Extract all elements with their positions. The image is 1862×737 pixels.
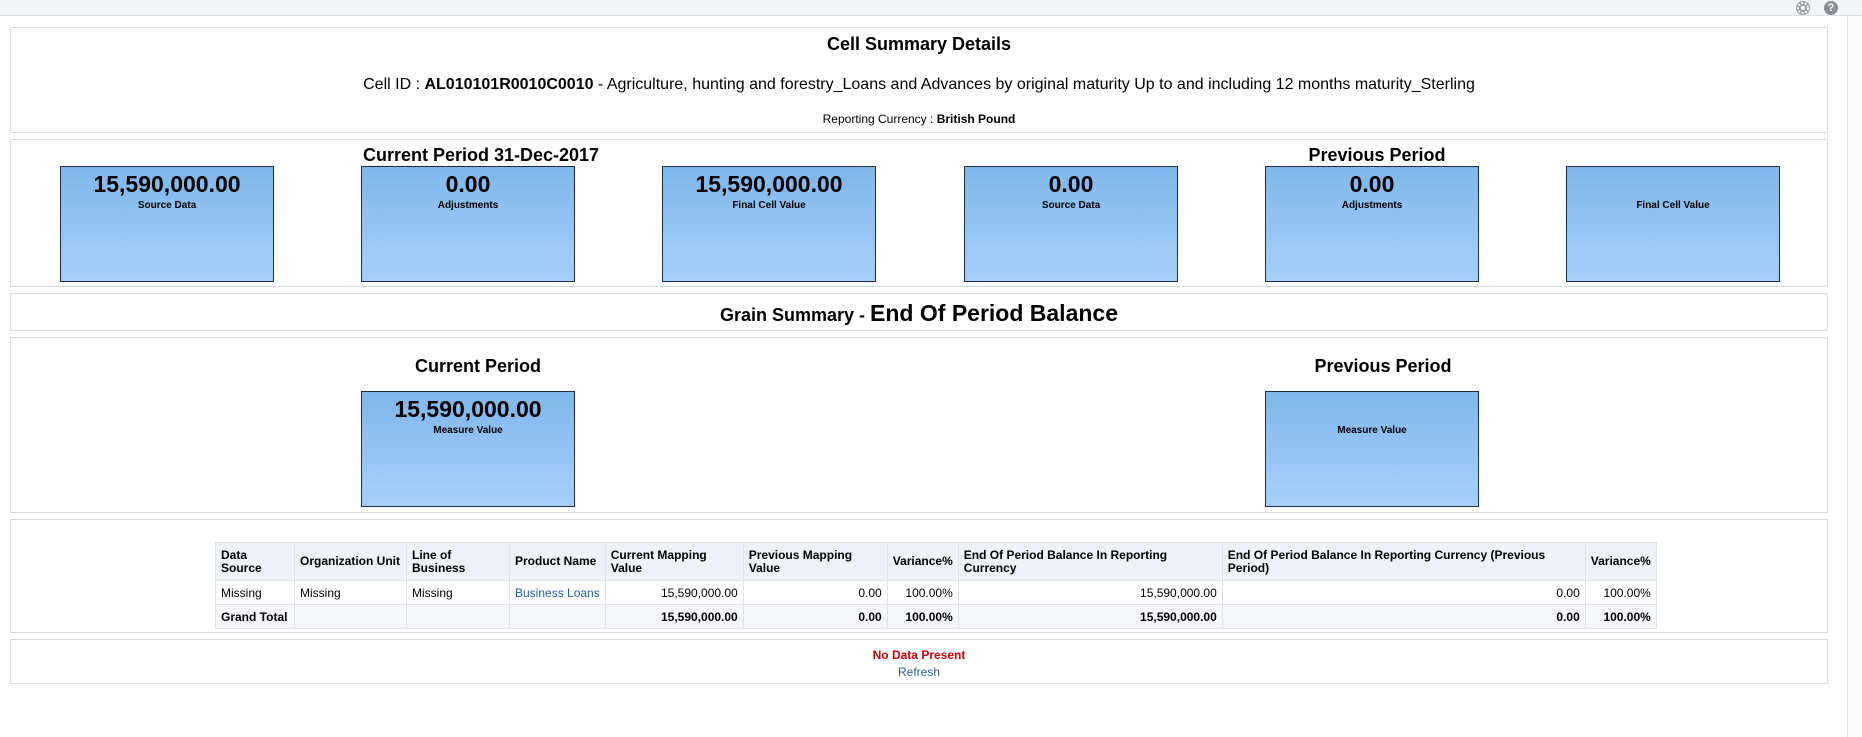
previous-final-cell-value-tile: Final Cell Value <box>1566 166 1780 282</box>
cell-id-label: Cell ID : <box>363 76 425 93</box>
total-cell <box>509 604 606 629</box>
column-header[interactable]: Product Name <box>509 542 606 581</box>
total-cell <box>294 604 407 629</box>
cell-current-mapping-value: 15,590,000.00 <box>604 580 744 605</box>
column-header[interactable]: Variance% <box>886 542 959 581</box>
previous-source-data-tile: 0.00 Source Data <box>964 166 1178 282</box>
grain-measure-name: End Of Period Balance <box>870 300 1118 326</box>
cell-id-value: AL010101R0010C0010 <box>424 76 594 93</box>
cell-variance-balance: 100.00% <box>1584 580 1657 605</box>
column-header[interactable]: End Of Period Balance In Reporting Curre… <box>1221 542 1586 581</box>
tile-label: Adjustments <box>437 200 499 211</box>
cell-id-line: Cell ID : AL010101R0010C0010 - Agricultu… <box>11 76 1827 94</box>
tile-label: Final Cell Value <box>1636 200 1710 211</box>
total-variance: 100.00% <box>886 604 959 629</box>
total-eop-balance-previous: 0.00 <box>1221 604 1586 629</box>
column-header[interactable]: Line of Business <box>406 542 510 581</box>
column-header[interactable]: Data Source <box>215 542 295 581</box>
gear-icon[interactable] <box>1796 1 1810 15</box>
measure-value-panel: Current Period Previous Period 15,590,00… <box>10 337 1828 513</box>
tile-value: 0.00 <box>1048 171 1094 197</box>
tile-value <box>1567 170 1779 198</box>
page-title: Cell Summary Details <box>826 34 1012 54</box>
cell-data-source: Missing <box>215 580 295 605</box>
no-data-message: No Data Present <box>872 648 966 662</box>
tile-label: Source Data <box>1041 200 1101 211</box>
tile-label: Source Data <box>137 200 197 211</box>
current-source-data-tile: 15,590,000.00 Source Data <box>60 166 274 282</box>
tile-label: Adjustments <box>1341 200 1403 211</box>
reporting-currency: Reporting Currency : British Pound <box>11 112 1827 126</box>
grand-total-label: Grand Total <box>215 604 295 629</box>
mapping-table: Data Source Organization Unit Line of Bu… <box>215 542 1657 629</box>
total-cell <box>406 604 510 629</box>
tile-label: Measure Value <box>1337 425 1407 436</box>
refresh-wrapper: Refresh <box>11 665 1827 679</box>
cell-id-description: - Agriculture, hunting and forestry_Loan… <box>593 76 1475 93</box>
vertical-scrollbar[interactable] <box>1847 16 1862 737</box>
current-period-title: Current Period 31-Dec-2017 <box>362 145 600 165</box>
total-previous-mapping-value: 0.00 <box>742 604 888 629</box>
tile-value: 15,590,000.00 <box>695 171 843 197</box>
column-header[interactable]: Variance% <box>1584 542 1657 581</box>
cell-eop-balance-previous: 0.00 <box>1221 580 1586 605</box>
measure-previous-period-title: Previous Period <box>1314 356 1452 376</box>
tile-label: Measure Value <box>433 425 503 436</box>
measure-current-period-title: Current Period <box>414 356 542 376</box>
refresh-link[interactable]: Refresh <box>898 665 940 679</box>
grand-total-row: Grand Total 15,590,000.00 0.00 100.00% 1… <box>215 604 1657 629</box>
mapping-table-panel: Data Source Organization Unit Line of Bu… <box>10 519 1828 633</box>
currency-value: British Pound <box>936 112 1016 126</box>
tile-value <box>1266 395 1478 423</box>
grain-summary-panel: Grain Summary - End Of Period Balance <box>10 293 1828 331</box>
total-current-mapping-value: 15,590,000.00 <box>604 604 744 629</box>
tile-value: 0.00 <box>445 171 491 197</box>
column-header[interactable]: Previous Mapping Value <box>742 542 888 581</box>
previous-measure-value-tile: Measure Value <box>1265 391 1479 507</box>
table-row: Missing Missing Missing Business Loans 1… <box>215 580 1657 605</box>
top-toolbar: ? <box>0 0 1862 16</box>
no-data-panel: No Data Present Refresh <box>10 639 1828 684</box>
cell-line-of-business: Missing <box>406 580 510 605</box>
tile-value: 15,590,000.00 <box>93 171 241 197</box>
current-final-cell-value-tile: 15,590,000.00 Final Cell Value <box>662 166 876 282</box>
tile-label: Final Cell Value <box>732 200 806 211</box>
currency-label: Reporting Currency : <box>822 112 937 126</box>
current-adjustments-tile: 0.00 Adjustments <box>361 166 575 282</box>
product-name-link[interactable]: Business Loans <box>509 580 606 605</box>
column-header[interactable]: Current Mapping Value <box>604 542 744 581</box>
total-variance-balance: 100.00% <box>1584 604 1657 629</box>
tile-value: 15,590,000.00 <box>394 396 542 422</box>
previous-period-title: Previous Period <box>1308 145 1446 165</box>
cell-variance: 100.00% <box>886 580 959 605</box>
help-icon[interactable]: ? <box>1824 1 1838 15</box>
table-header-row: Data Source Organization Unit Line of Bu… <box>215 542 1657 581</box>
period-summary-panel: Current Period 31-Dec-2017 Previous Peri… <box>10 139 1828 287</box>
total-eop-balance: 15,590,000.00 <box>957 604 1223 629</box>
current-measure-value-tile: 15,590,000.00 Measure Value <box>361 391 575 507</box>
cell-summary-header: Cell Summary Details Cell ID : AL010101R… <box>10 27 1828 133</box>
column-header[interactable]: Organization Unit <box>294 542 407 581</box>
cell-eop-balance: 15,590,000.00 <box>957 580 1223 605</box>
tile-value: 0.00 <box>1349 171 1395 197</box>
cell-previous-mapping-value: 0.00 <box>742 580 888 605</box>
grain-summary-prefix: Grain Summary - <box>720 305 871 325</box>
grain-summary-title: Grain Summary - End Of Period Balance <box>11 300 1827 327</box>
cell-organization-unit: Missing <box>294 580 407 605</box>
column-header[interactable]: End Of Period Balance In Reporting Curre… <box>957 542 1223 581</box>
previous-adjustments-tile: 0.00 Adjustments <box>1265 166 1479 282</box>
